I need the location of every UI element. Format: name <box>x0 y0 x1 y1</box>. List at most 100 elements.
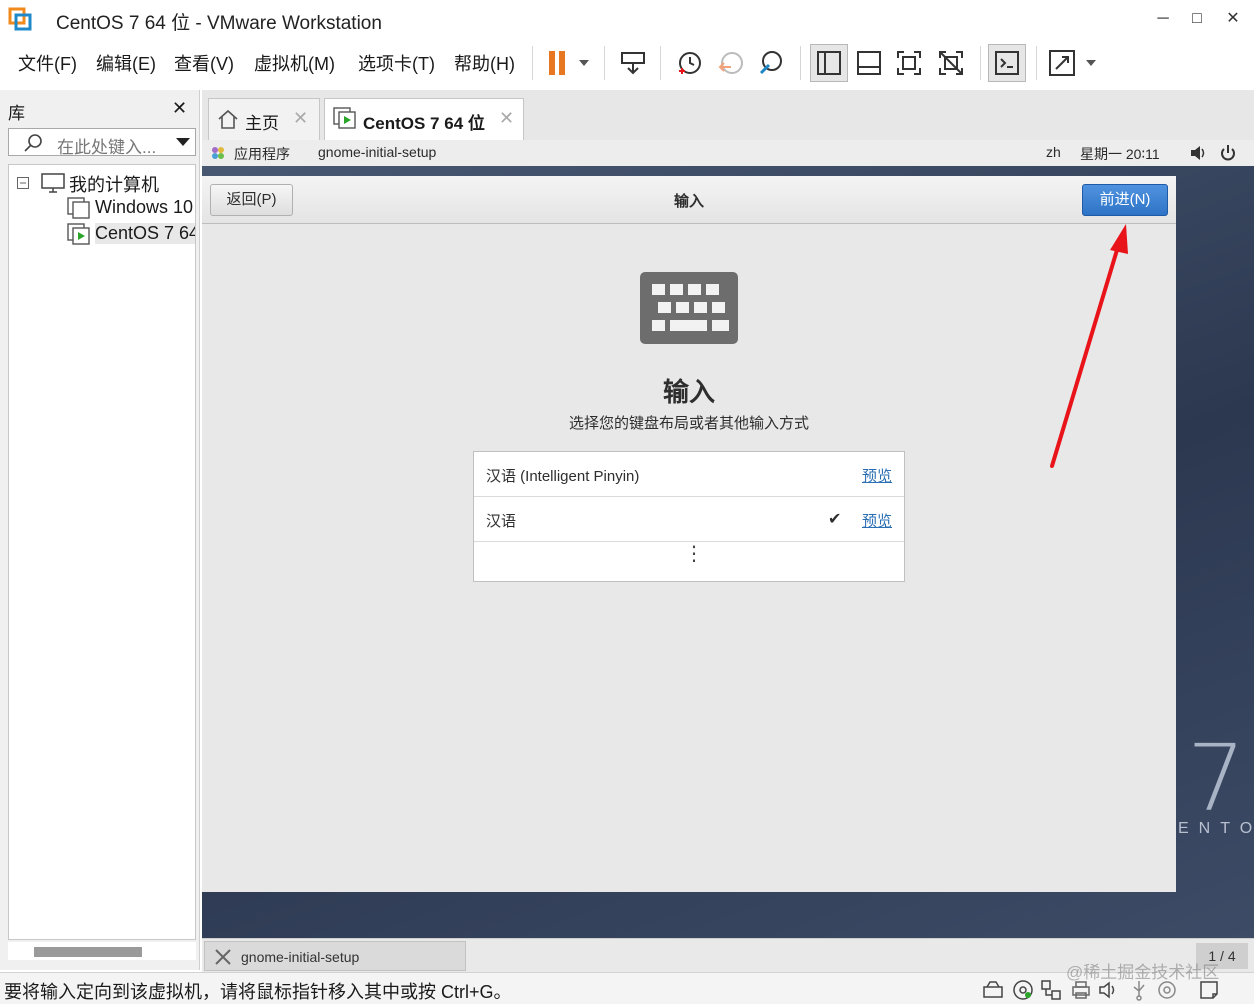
list-item[interactable]: 汉语 (Intelligent Pinyin) 预览 <box>474 452 904 497</box>
menu-view[interactable]: 查看(V) <box>174 50 234 76</box>
tab-bar: 主页 ✕ CentOS 7 64 位 ✕ <box>202 90 1254 140</box>
window-title: CentOS 7 64 位 - VMware Workstation <box>56 13 382 34</box>
minimize-button[interactable]: ─ <box>1148 6 1178 32</box>
revert-snapshot-icon <box>718 52 743 74</box>
preview-link[interactable]: 预览 <box>862 465 892 486</box>
input-source-label: 汉语 (Intelligent Pinyin) <box>486 468 640 485</box>
input-language-indicator[interactable]: zh <box>1046 144 1061 160</box>
library-panel: 库 ✕ 在此处键入... 我的计算机 Windows 10 CentOS 7 6… <box>0 90 200 970</box>
tab-home[interactable]: 主页 ✕ <box>208 98 320 140</box>
menu-vm[interactable]: 虚拟机(M) <box>254 50 335 76</box>
fullscreen-button[interactable] <box>890 44 928 82</box>
more-options-icon: ⋮ <box>684 543 704 565</box>
tab-centos-close-button[interactable]: ✕ <box>499 108 514 129</box>
clock[interactable]: 星期一 20∶11 <box>1080 144 1160 164</box>
pause-icon <box>549 51 589 75</box>
centos-logo-number: 7 <box>1187 725 1246 832</box>
unity-button[interactable] <box>932 44 970 82</box>
stretch-button[interactable] <box>1044 44 1100 82</box>
toolbar-separator <box>800 46 801 80</box>
console-icon <box>995 51 1019 75</box>
search-icon <box>24 134 42 152</box>
tab-centos[interactable]: CentOS 7 64 位 ✕ <box>324 98 524 140</box>
network-icon[interactable] <box>1040 979 1062 1001</box>
more-options-row[interactable]: ⋮ <box>474 542 904 582</box>
snapshot-button[interactable] <box>670 44 708 82</box>
cd-dvd-icon[interactable] <box>1012 979 1034 1001</box>
toolbar-separator <box>604 46 605 80</box>
send-ctrl-alt-del-button[interactable] <box>614 44 652 82</box>
menu-tabs[interactable]: 选项卡(T) <box>358 50 435 76</box>
tab-home-label: 主页 <box>245 114 279 133</box>
status-message: 要将输入定向到该虚拟机，请将鼠标指针移入其中或按 Ctrl+G。 <box>4 982 512 1002</box>
pause-button[interactable] <box>540 44 596 82</box>
scrollbar-thumb[interactable] <box>34 947 142 957</box>
current-app-menu[interactable]: gnome-initial-setup <box>318 144 436 160</box>
tools-icon <box>215 949 231 965</box>
setup-window-title: 输入 <box>673 193 704 210</box>
home-icon <box>218 109 238 129</box>
tab-centos-label: CentOS 7 64 位 <box>363 114 485 133</box>
toolbar-separator <box>660 46 661 80</box>
hard-disk-icon[interactable] <box>982 979 1004 1001</box>
vm-running-icon <box>67 223 90 245</box>
setup-header-bar: 返回(P) 输入 前进(N) <box>202 176 1176 224</box>
maximize-button[interactable]: □ <box>1182 6 1212 32</box>
library-title: 库 <box>8 104 25 123</box>
thumbnail-bar-button[interactable] <box>850 44 888 82</box>
input-source-list: 汉语 (Intelligent Pinyin) 预览 汉语 ✔ 预览 ⋮ <box>473 451 905 582</box>
menu-edit[interactable]: 编辑(E) <box>96 50 156 76</box>
vm-running-icon <box>333 107 356 129</box>
applications-menu[interactable]: 应用程序 <box>234 144 290 164</box>
snapshot-icon <box>679 52 701 74</box>
tree-item-centos[interactable]: CentOS 7 64 <box>95 223 195 244</box>
computer-icon <box>41 173 65 193</box>
tab-home-close-button[interactable]: ✕ <box>293 108 308 129</box>
annotation-arrow <box>1050 224 1128 468</box>
chevron-down-icon[interactable] <box>175 137 191 147</box>
library-tree: 我的计算机 Windows 10 CentOS 7 64 <box>8 164 196 940</box>
unity-icon <box>939 51 963 75</box>
close-window-button[interactable]: ✕ <box>1218 6 1248 32</box>
preview-link[interactable]: 预览 <box>862 510 892 531</box>
keyboard-icon <box>640 272 738 344</box>
send-ctrl-alt-del-icon <box>621 52 645 75</box>
power-icon[interactable] <box>1220 144 1236 162</box>
tree-item-windows[interactable]: Windows 10 <box>95 197 193 218</box>
watermark: @稀土掘金技术社区 <box>1066 963 1220 982</box>
setup-window: 返回(P) 输入 前进(N) 输入 选择您的键盘布局或者其他输入方式 汉语 (I… <box>202 176 1176 892</box>
library-header: 库 ✕ <box>0 90 200 126</box>
library-search-placeholder: 在此处键入... <box>57 138 157 157</box>
title-bar: CentOS 7 64 位 - VMware Workstation ─ □ ✕ <box>0 0 1254 38</box>
revert-snapshot-button[interactable] <box>712 44 750 82</box>
console-view-button[interactable] <box>988 44 1026 82</box>
toolbar-separator <box>980 46 981 80</box>
library-close-button[interactable]: ✕ <box>172 98 187 119</box>
vmware-logo-icon <box>8 7 32 31</box>
taskbar-window-label: gnome-initial-setup <box>241 949 360 965</box>
tree-item-my-computer[interactable]: 我的计算机 <box>69 171 159 197</box>
toolbar-separator <box>1036 46 1037 80</box>
list-item[interactable]: 汉语 ✔ 预览 <box>474 497 904 542</box>
stretch-icon <box>1049 50 1096 76</box>
gnome-top-bar: 应用程序 gnome-initial-setup zh 星期一 20∶11 <box>202 140 1254 166</box>
vm-icon <box>67 197 90 219</box>
volume-icon[interactable] <box>1190 145 1208 161</box>
library-horizontal-scrollbar[interactable] <box>8 942 196 960</box>
next-button[interactable]: 前进(N) <box>1082 184 1168 216</box>
fullscreen-icon <box>897 51 921 75</box>
toolbar-separator <box>532 46 533 80</box>
manage-snapshots-icon <box>759 51 782 75</box>
library-search-input[interactable]: 在此处键入... <box>8 128 196 157</box>
library-view-button[interactable] <box>810 44 848 82</box>
menu-help[interactable]: 帮助(H) <box>454 50 515 76</box>
thumbnail-bar-icon <box>857 51 881 75</box>
menu-toolbar: 文件(F) 编辑(E) 查看(V) 虚拟机(M) 选项卡(T) 帮助(H) <box>0 38 1254 88</box>
page-subtitle: 选择您的键盘布局或者其他输入方式 <box>568 415 809 432</box>
manage-snapshots-button[interactable] <box>752 44 790 82</box>
centos-logo-text: ENTO <box>1178 820 1254 837</box>
taskbar-window-item[interactable]: gnome-initial-setup <box>204 941 466 971</box>
menu-file[interactable]: 文件(F) <box>18 50 77 76</box>
collapse-icon[interactable] <box>17 177 29 189</box>
input-source-label: 汉语 <box>486 513 517 530</box>
